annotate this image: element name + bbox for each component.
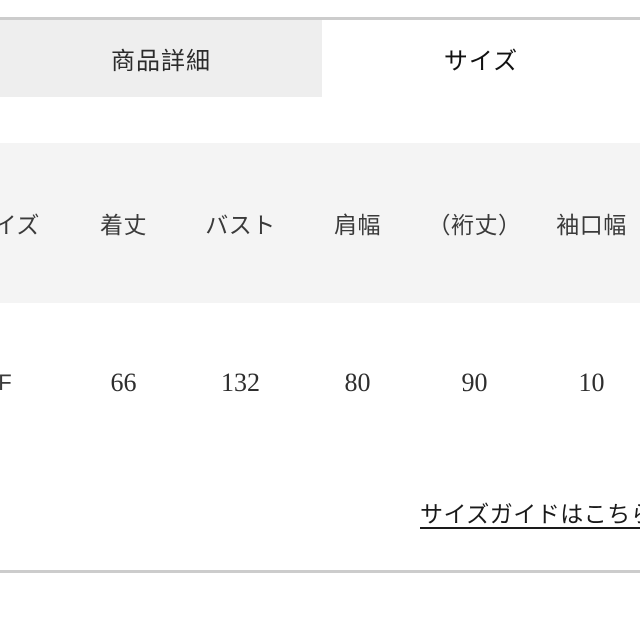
- cell-length: 66: [110, 368, 137, 397]
- size-table-body: F 66 132 80 90 10: [0, 303, 640, 463]
- bottom-divider: [0, 570, 640, 573]
- column-header-size: サイズ: [0, 212, 40, 238]
- cell-sleeve-length: 90: [461, 368, 488, 397]
- column-header-sleeve-length: （裄丈）: [427, 212, 522, 238]
- size-table: サイズ 着丈 バスト 肩幅 （裄丈） 袖口幅 F 66 132 80 90 10: [0, 143, 640, 463]
- cell-shoulder-width: 80: [344, 368, 371, 397]
- size-guide-area: サイズガイドはこちら: [0, 497, 640, 537]
- tab-size[interactable]: サイズ: [322, 20, 640, 97]
- column-header-shoulder-width: 肩幅: [334, 212, 381, 238]
- tab-product-detail[interactable]: 商品詳細: [0, 20, 322, 97]
- column-header-cuff-width: 袖口幅: [556, 212, 627, 238]
- column-header-length: 着丈: [100, 212, 147, 238]
- cell-cuff-width: 10: [578, 368, 605, 397]
- size-table-header-row: サイズ 着丈 バスト 肩幅 （裄丈） 袖口幅: [0, 143, 640, 303]
- tab-bar: 商品詳細 サイズ: [0, 20, 640, 97]
- column-header-bust: バスト: [205, 212, 276, 238]
- cell-bust: 132: [221, 368, 260, 397]
- size-guide-link[interactable]: サイズガイドはこちら: [420, 497, 640, 531]
- table-row: F 66 132 80 90 10: [0, 303, 640, 463]
- cell-size: F: [0, 370, 12, 395]
